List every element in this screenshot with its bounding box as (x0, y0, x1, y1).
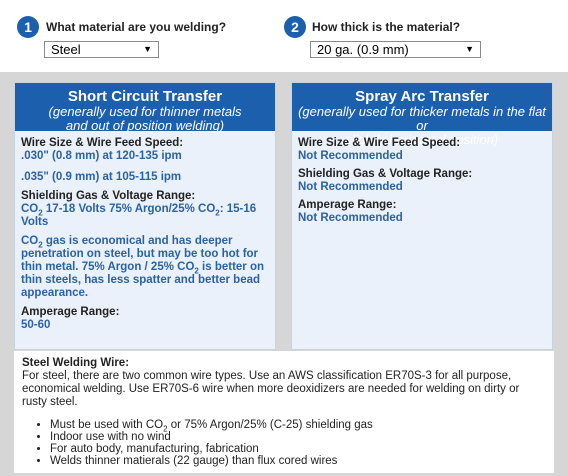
spray-arc-header: Spray Arc Transfer (generally used for t… (292, 83, 552, 147)
steel-wire-section: Steel Welding Wire: For steel, there are… (14, 351, 554, 473)
sc-amp-value: 50-60 (21, 319, 51, 331)
thickness-select[interactable]: 20 ga. (0.9 mm) ▼ (310, 41, 481, 58)
list-item: Indoor use with no wind (50, 431, 546, 443)
step-2-badge: 2 (284, 16, 306, 38)
material-select-value: Steel (51, 42, 81, 57)
short-circuit-header: Short Circuit Transfer (generally used f… (15, 83, 275, 133)
list-item: Must be used with CO2 or 75% Argon/25% (… (50, 419, 546, 433)
chevron-down-icon: ▼ (143, 44, 152, 54)
sa-gas-value: Not Recommended (298, 181, 403, 193)
sa-amp-label: Amperage Range: (298, 199, 397, 211)
selection-bar: 1 What material are you welding? Steel ▼… (0, 0, 568, 72)
steel-wire-body: For steel, there are two common wire typ… (22, 370, 520, 408)
sa-wire-value: Not Recommended (298, 150, 403, 162)
list-item: Welds thinner matierals (22 gauge) than … (50, 455, 546, 467)
sa-amp-value: Not Recommended (298, 212, 403, 224)
spray-arc-title: Spray Arc Transfer (355, 88, 489, 105)
step-2-label: How thick is the material? (312, 20, 461, 34)
short-circuit-subtitle-1: (generally used for thinner metals (48, 104, 242, 119)
spray-arc-subtitle-1: (generally used for thicker metals in th… (298, 104, 546, 133)
sc-gas-value: CO2 17-18 Volts 75% Argon/25% CO2: 15-16… (21, 203, 257, 228)
sa-gas-label: Shielding Gas & Voltage Range: (298, 168, 473, 180)
sc-amp-label: Amperage Range: (21, 306, 120, 318)
results-panel: Short Circuit Transfer (generally used f… (0, 72, 568, 476)
short-circuit-column: Short Circuit Transfer (generally used f… (14, 82, 276, 350)
short-circuit-title: Short Circuit Transfer (67, 88, 223, 105)
sc-wire-label: Wire Size & Wire Feed Speed: (21, 137, 184, 149)
sa-wire-label: Wire Size & Wire Feed Speed: (298, 137, 461, 149)
chevron-down-icon: ▼ (465, 44, 474, 54)
list-item: For auto body, manufacturing, fabricatio… (50, 443, 546, 455)
thickness-select-value: 20 ga. (0.9 mm) (317, 42, 409, 57)
steel-wire-heading: Steel Welding Wire: (22, 357, 130, 369)
sc-wire-value-1: .030" (0.8 mm) at 120-135 ipm (21, 150, 182, 162)
step-1-label: What material are you welding? (46, 20, 227, 34)
material-select[interactable]: Steel ▼ (44, 41, 159, 58)
steel-wire-bullets: Must be used with CO2 or 75% Argon/25% (… (22, 419, 546, 467)
step-1-badge: 1 (17, 16, 39, 38)
sc-gas-note: CO2 gas is economical and has deeper pen… (21, 235, 265, 299)
spray-arc-column: Spray Arc Transfer (generally used for t… (291, 82, 553, 350)
sc-wire-value-2: .035" (0.9 mm) at 105-115 ipm (21, 171, 182, 183)
sc-gas-label: Shielding Gas & Voltage Range: (21, 190, 196, 202)
